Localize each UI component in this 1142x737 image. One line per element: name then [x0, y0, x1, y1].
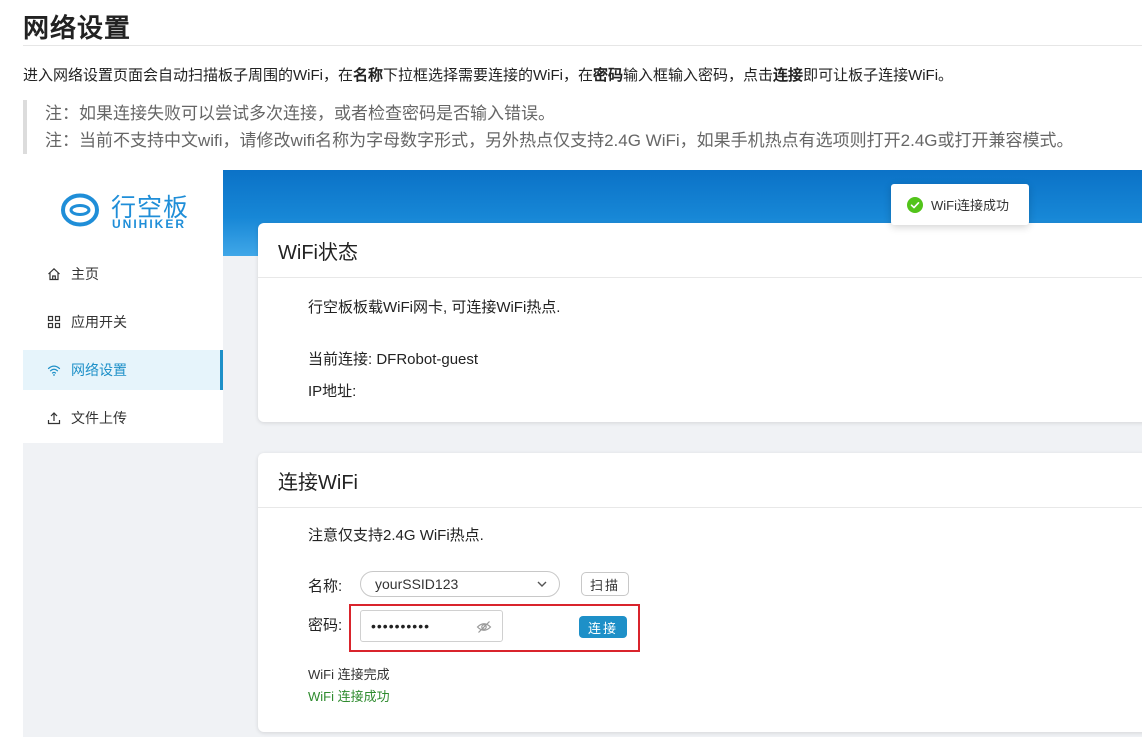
- password-input[interactable]: ••••••••••: [360, 610, 503, 642]
- nav-item-home[interactable]: 主页: [23, 254, 223, 294]
- status-description: 行空板板载WiFi网卡, 可连接WiFi热点.: [308, 299, 561, 316]
- home-icon: [47, 267, 61, 281]
- card-title: WiFi状态: [258, 223, 1142, 278]
- nav-menu: 主页 应用开关 网络设置 文件上传: [23, 254, 223, 446]
- doc-note: 注：如果连接失败可以尝试多次连接，或者检查密码是否输入错误。: [45, 104, 555, 123]
- nav-item-app-switch[interactable]: 应用开关: [23, 302, 223, 342]
- toast-text: WiFi连接成功: [931, 198, 1009, 213]
- card-body: 注意仅支持2.4G WiFi热点. 名称: yourSSID123 扫描 密码:…: [258, 508, 1142, 732]
- ssid-label: 名称:: [308, 578, 343, 595]
- wifi-status-card: WiFi状态 行空板板载WiFi网卡, 可连接WiFi热点. 当前连接: DFR…: [258, 223, 1142, 422]
- wifi-icon: [47, 363, 61, 377]
- intro-bold-connect: 连接: [773, 67, 804, 84]
- connect-log-success: WiFi 连接成功: [308, 689, 390, 704]
- nav-item-label: 网络设置: [71, 362, 127, 378]
- doc-intro: 进入网络设置页面会自动扫描板子周围的WiFi，在名称下拉框选择需要连接的WiFi…: [23, 64, 953, 85]
- connect-note: 注意仅支持2.4G WiFi热点.: [308, 527, 484, 544]
- nav-item-label: 主页: [71, 266, 99, 282]
- logo: 行空板 UNIHIKER: [59, 188, 189, 232]
- intro-text: 进入网络设置页面会自动扫描板子周围的WiFi，在: [23, 67, 353, 84]
- unihiker-logo-icon: [61, 193, 99, 227]
- ssid-select[interactable]: yourSSID123: [360, 571, 560, 597]
- scan-button[interactable]: 扫描: [581, 572, 629, 596]
- app-window: 行空板 UNIHIKER 主页 应用开关 网络设置 文件上传 WiFi状态 行空…: [23, 170, 1142, 737]
- doc-note: 注：当前不支持中文wifi，请修改wifi名称为字母数字形式，另外热点仅支持2.…: [45, 131, 1074, 150]
- card-title: 连接WiFi: [258, 453, 1142, 508]
- ip-address: IP地址:: [308, 380, 356, 401]
- intro-text: 即可让板子连接WiFi。: [803, 67, 954, 84]
- doc-notes: 注：如果连接失败可以尝试多次连接，或者检查密码是否输入错误。 注：当前不支持中文…: [23, 100, 1074, 154]
- intro-text: 输入框输入密码，点击: [623, 67, 774, 84]
- chevron-down-icon: [537, 581, 547, 587]
- grid-icon: [47, 315, 61, 329]
- logo-text-en: UNIHIKER: [112, 217, 187, 231]
- connect-wifi-card: 连接WiFi 注意仅支持2.4G WiFi热点. 名称: yourSSID123…: [258, 453, 1142, 732]
- password-label: 密码:: [308, 617, 343, 634]
- current-connection-value: DFRobot-guest: [376, 351, 479, 368]
- nav-item-file-upload[interactable]: 文件上传: [23, 398, 223, 438]
- connect-button[interactable]: 连接: [579, 616, 627, 638]
- current-connection-label: 当前连接:: [308, 351, 373, 368]
- sidebar: 行空板 UNIHIKER 主页 应用开关 网络设置 文件上传: [23, 170, 223, 443]
- ssid-selected-value: yourSSID123: [375, 576, 459, 592]
- toast-notification: WiFi连接成功: [891, 184, 1029, 225]
- eye-off-icon[interactable]: [476, 619, 492, 635]
- nav-item-network-settings[interactable]: 网络设置: [23, 350, 223, 390]
- intro-bold-password: 密码: [593, 67, 624, 84]
- upload-icon: [47, 411, 61, 425]
- main-area: WiFi状态 行空板板载WiFi网卡, 可连接WiFi热点. 当前连接: DFR…: [223, 170, 1142, 737]
- check-circle-icon: [907, 196, 923, 213]
- intro-bold-name: 名称: [353, 67, 384, 84]
- nav-item-label: 应用开关: [71, 314, 127, 330]
- connect-log-line: WiFi 连接完成: [308, 667, 390, 682]
- doc-divider: [23, 45, 1142, 46]
- password-value: ••••••••••: [371, 618, 431, 634]
- intro-text: 下拉框选择需要连接的WiFi，在: [383, 67, 594, 84]
- current-connection: 当前连接: DFRobot-guest: [308, 348, 478, 369]
- doc-title: 网络设置: [23, 13, 132, 43]
- nav-item-label: 文件上传: [71, 410, 127, 426]
- ip-address-label: IP地址:: [308, 383, 357, 400]
